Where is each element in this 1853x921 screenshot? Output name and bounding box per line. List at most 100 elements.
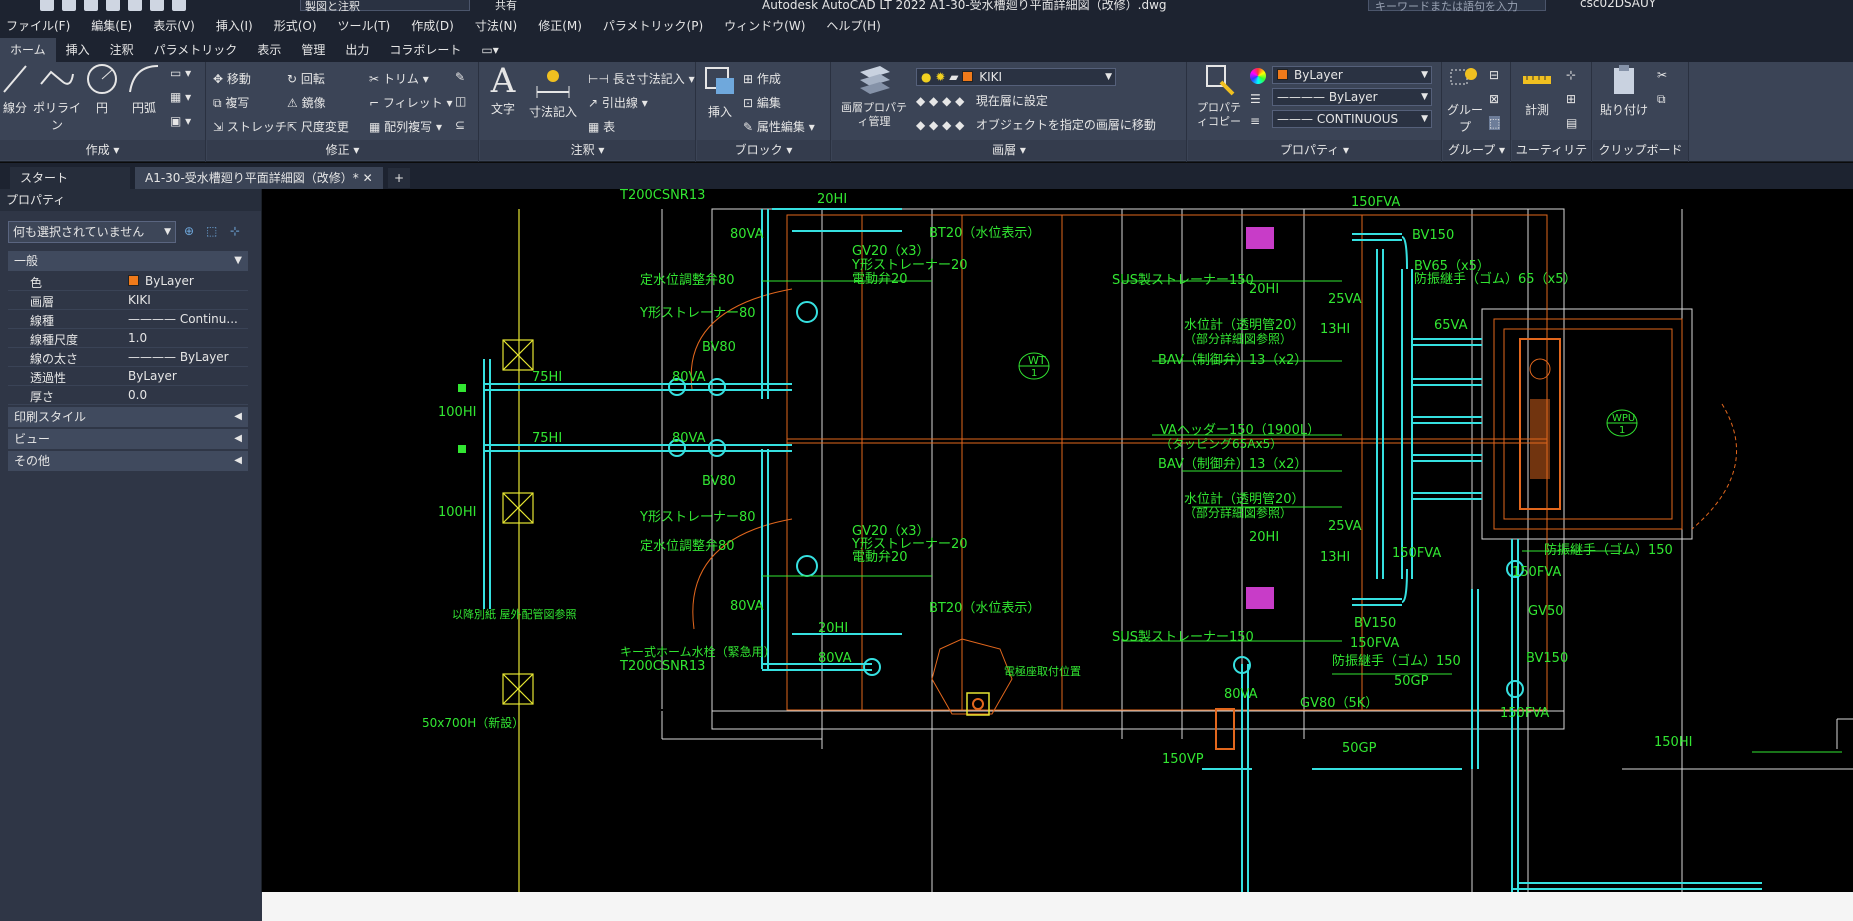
arc-button[interactable]: 円弧 [124, 62, 164, 116]
redo-icon[interactable] [172, 0, 186, 11]
cut-icon[interactable]: ✂ [1657, 68, 1667, 82]
menu-modify[interactable]: 修正(M) [538, 17, 582, 34]
group-button[interactable]: グループ [1445, 62, 1485, 135]
panel-modify-title[interactable]: 修正 ▾ [207, 140, 478, 160]
tab-insert[interactable]: 挿入 [56, 38, 100, 62]
edit-block-button[interactable]: ⊡ 編集 [743, 94, 781, 111]
tab-output[interactable]: 出力 [335, 38, 379, 62]
prop-row-transparency[interactable]: 透過性 ByLayer [8, 367, 248, 386]
select-all-icon[interactable]: ⊞ [1566, 92, 1576, 106]
menu-parametric[interactable]: パラメトリック(P) [603, 17, 703, 34]
explode-icon[interactable]: ◫ [455, 94, 466, 108]
group-edit-icon[interactable]: ⊠ [1489, 92, 1499, 106]
circle-button[interactable]: 円 [82, 62, 122, 116]
section-general[interactable]: 一般 ▼ [8, 251, 248, 271]
hatch-icon[interactable]: ▦ ▾ [170, 90, 191, 104]
trim-button[interactable]: ✂ トリム ▾ [369, 70, 429, 87]
menu-dimension[interactable]: 寸法(N) [475, 17, 517, 34]
panel-group-title[interactable]: グループ ▾ [1443, 140, 1510, 160]
layer-dropdown[interactable]: ● ✹ ▰ KIKI ▼ [916, 68, 1116, 86]
keyword-search-input[interactable]: キーワードまたは語句を入力 [1368, 0, 1546, 12]
linear-dim-button[interactable]: ⊢⊣ 長さ寸法記入 ▾ [588, 70, 695, 87]
group-select-icon[interactable]: ⬚ [1489, 116, 1501, 130]
array-button[interactable]: ▦ 配列複写 ▾ [369, 118, 442, 135]
calculator-icon[interactable]: ▤ [1566, 116, 1577, 130]
paste-button[interactable]: 貼り付け [1599, 62, 1649, 118]
lineweight-dropdown[interactable]: ———— ByLayer ▼ [1272, 88, 1432, 106]
move-button[interactable]: ✥ 移動 [213, 70, 251, 87]
line-button[interactable]: 線分 [0, 62, 30, 116]
menu-view[interactable]: 表示(V) [153, 17, 195, 34]
polyline-button[interactable]: ポリライン [32, 62, 82, 133]
panel-block-title[interactable]: ブロック ▾ [697, 140, 830, 160]
copy-button[interactable]: ⧉ 複写 [213, 94, 249, 111]
new-icon[interactable] [40, 0, 54, 11]
toggle-pickadd-icon[interactable]: ⊕ [184, 224, 200, 240]
offset-icon[interactable]: ⊆ [455, 118, 465, 132]
tab-home[interactable]: ホーム [0, 38, 56, 62]
menu-window[interactable]: ウィンドウ(W) [724, 17, 805, 34]
prop-row-color[interactable]: 色 ByLayer [8, 272, 248, 291]
menu-edit[interactable]: 編集(E) [91, 17, 132, 34]
stretch-button[interactable]: ⇲ ストレッチ [213, 118, 287, 135]
panel-clipboard-title[interactable]: クリップボード [1593, 140, 1688, 160]
share-button[interactable]: 共有 [495, 0, 517, 12]
panel-annotation-title[interactable]: 注釈 ▾ [480, 140, 695, 160]
menu-draw[interactable]: 作成(D) [411, 17, 454, 34]
ribbon-display-toggle[interactable]: ▭▾ [471, 38, 508, 62]
user-account[interactable]: csc02DSAUY [1580, 0, 1656, 10]
section-plot-style[interactable]: 印刷スタイル ◀ [8, 407, 248, 427]
prop-row-linetype-scale[interactable]: 線種尺度 1.0 [8, 329, 248, 348]
plot-icon[interactable] [128, 0, 142, 11]
tab-parametric[interactable]: パラメトリック [144, 38, 248, 62]
tab-start[interactable]: スタート [10, 167, 130, 189]
fillet-button[interactable]: ⌐ フィレット ▾ [369, 94, 453, 111]
ungroup-icon[interactable]: ⊟ [1489, 68, 1499, 82]
leader-button[interactable]: ↗ 引出線 ▾ [588, 94, 648, 111]
measure-button[interactable]: 計測 [1514, 62, 1560, 118]
workspace-dropdown[interactable]: 製図と注釈 [300, 0, 470, 12]
save-icon[interactable] [84, 0, 98, 11]
region-icon[interactable]: ▣ ▾ [170, 114, 191, 128]
select-objects-icon[interactable]: ⬚ [206, 224, 222, 240]
panel-utility-title[interactable]: ユーティリティ ▾ [1512, 140, 1591, 177]
match-properties-button[interactable]: プロパティコピー [1192, 62, 1246, 129]
layer-tools-row1[interactable]: ◆ ◆ ◆ ◆ 現在層に設定 [916, 92, 1048, 109]
copy-clip-icon[interactable]: ⧉ [1657, 92, 1666, 107]
selection-dropdown[interactable]: 何も選択されていません ▼ [8, 221, 176, 243]
dimension-button[interactable]: 寸法記入 [526, 62, 580, 120]
tab-collaborate[interactable]: コラボレート [379, 38, 471, 62]
tab-current-drawing[interactable]: A1-30-受水槽廻り平面詳細図（改修）* ✕ [135, 167, 383, 189]
panel-create-title[interactable]: 作成 ▾ [0, 140, 205, 160]
drawing-canvas[interactable]: T200CSNR13 20HI 80VA BT20（水位表示） GV20（x3）… [262, 189, 1853, 892]
insert-block-button[interactable]: 挿入 [701, 62, 739, 120]
tab-manage[interactable]: 管理 [291, 38, 335, 62]
tab-view[interactable]: 表示 [247, 38, 291, 62]
linetype-dropdown[interactable]: ——— CONTINUOUS ▼ [1272, 110, 1432, 128]
quick-select-icon[interactable]: ⊹ [1566, 68, 1576, 82]
scale-button[interactable]: ⇱ 尺度変更 [287, 118, 349, 135]
new-tab-button[interactable]: + [388, 168, 410, 188]
create-block-button[interactable]: ⊞ 作成 [743, 70, 781, 87]
save-as-icon[interactable] [106, 0, 120, 11]
mirror-button[interactable]: ⚠ 鏡像 [287, 94, 326, 111]
tab-annotate[interactable]: 注釈 [100, 38, 144, 62]
erase-icon[interactable]: ✎ [455, 70, 465, 84]
menu-insert[interactable]: 挿入(I) [216, 17, 253, 34]
panel-properties-title[interactable]: プロパティ ▾ [1188, 140, 1441, 160]
quick-select-icon[interactable]: ⊹ [230, 224, 246, 240]
section-view[interactable]: ビュー ◀ [8, 429, 248, 449]
rotate-button[interactable]: ↻ 回転 [287, 70, 325, 87]
attribute-edit-button[interactable]: ✎ 属性編集 ▾ [743, 118, 815, 135]
menu-help[interactable]: ヘルプ(H) [826, 17, 880, 34]
open-icon[interactable] [62, 0, 76, 11]
menu-format[interactable]: 形式(O) [274, 17, 317, 34]
layer-properties-button[interactable]: 画層プロパティ管理 [836, 62, 912, 129]
undo-icon[interactable] [150, 0, 164, 11]
menu-tools[interactable]: ツール(T) [338, 17, 391, 34]
rectangle-icon[interactable]: ▭ ▾ [170, 66, 191, 80]
prop-row-lineweight[interactable]: 線の太さ ———— ByLayer [8, 348, 248, 367]
prop-row-layer[interactable]: 画層 KIKI [8, 291, 248, 310]
table-button[interactable]: ▦ 表 [588, 118, 615, 135]
prop-row-linetype[interactable]: 線種 ———— Continu... [8, 310, 248, 329]
